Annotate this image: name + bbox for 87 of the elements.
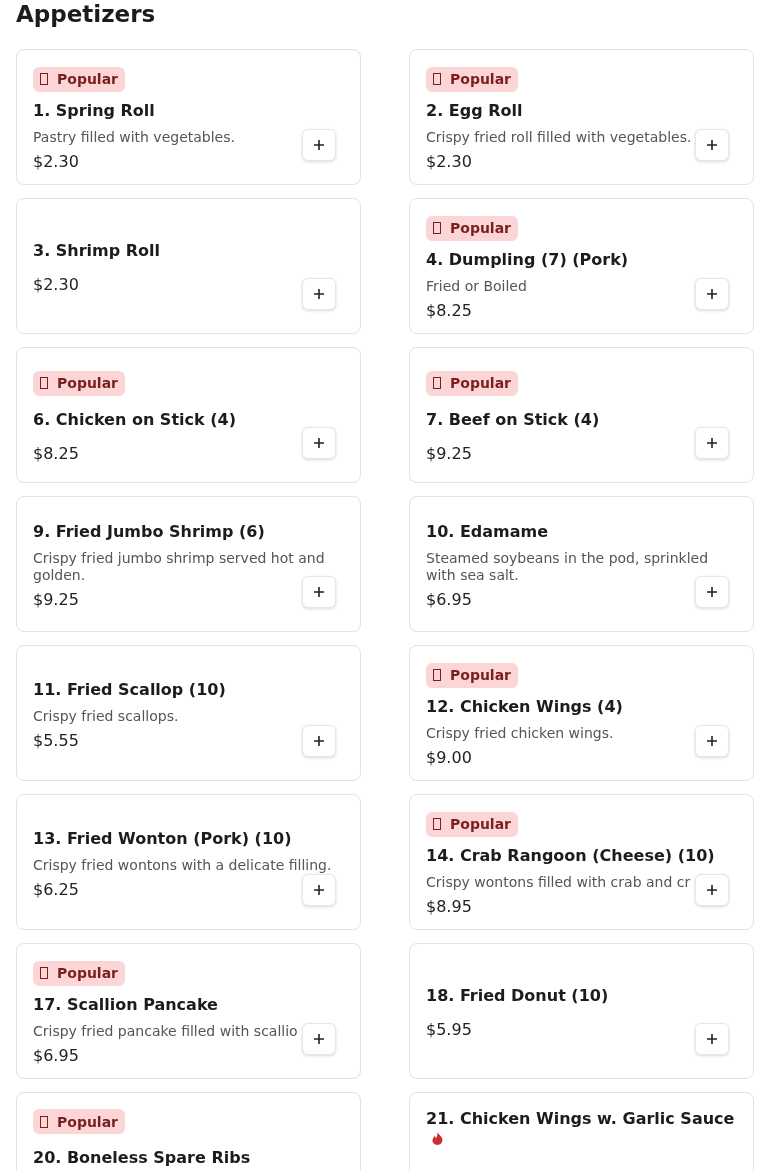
plus-icon (314, 289, 324, 299)
badge-label: Popular (450, 667, 512, 683)
badge-label: Popular (450, 71, 512, 87)
add-button[interactable] (302, 725, 336, 757)
item-title: 6. Chicken on Stick (4) (33, 409, 236, 429)
item-title: 20. Boneless Spare Ribs (33, 1148, 251, 1167)
box-icon (433, 669, 441, 681)
item-title: 2. Egg Roll (426, 100, 523, 120)
badge-label: Popular (57, 1113, 119, 1130)
badge-label: Popular (57, 375, 119, 391)
plus-icon (707, 587, 717, 597)
item-description: Pastry filled with vegetables. (33, 128, 235, 146)
item-title: 13. Fried Wonton (Pork) (10) (33, 828, 292, 848)
plus-icon (314, 438, 324, 448)
add-button[interactable] (302, 427, 336, 459)
item-price: $9.25 (33, 590, 79, 609)
item-price: $6.95 (33, 1045, 79, 1065)
badge-label: Popular (450, 220, 512, 236)
item-title: 12. Chicken Wings (4) (426, 696, 623, 716)
plus-icon (707, 1034, 717, 1044)
plus-icon (314, 140, 324, 150)
add-button[interactable] (302, 129, 336, 161)
item-description: Fried or Boiled (426, 277, 527, 295)
item-description: Crispy fried jumbo shrimp served hot and golden. (33, 550, 326, 584)
item-title: 17. Scallion Pancake (33, 994, 218, 1014)
plus-icon (707, 438, 717, 448)
badge-label: Popular (57, 71, 119, 87)
add-button[interactable] (302, 874, 336, 906)
item-description: Crispy wontons filled with crab and cr (426, 873, 691, 891)
plus-icon (707, 736, 717, 746)
item-title: 14. Crab Rangoon (Cheese) (10) (426, 845, 715, 865)
item-price: $5.95 (426, 1020, 472, 1039)
item-description: Crispy fried chicken wings. (426, 724, 614, 742)
badge-label: Popular (450, 816, 512, 832)
box-icon (40, 1115, 48, 1128)
box-icon (433, 73, 441, 85)
item-price: $8.25 (33, 443, 79, 463)
item-price: $8.95 (426, 896, 472, 916)
item-title: 7. Beef on Stick (4) (426, 409, 600, 429)
item-title: 1. Spring Roll (33, 100, 155, 120)
add-button[interactable] (302, 1023, 336, 1055)
item-title: 11. Fried Scallop (10) (33, 679, 226, 699)
item-title: 10. Edamame (426, 522, 549, 541)
box-icon (433, 818, 441, 830)
box-icon (433, 222, 441, 234)
item-title: 3. Shrimp Roll (33, 241, 161, 260)
plus-icon (314, 885, 324, 895)
add-button[interactable] (695, 576, 729, 608)
add-button[interactable] (695, 1023, 729, 1055)
item-description: Crispy fried scallops. (33, 707, 179, 725)
item-description: Crispy fried wontons with a delicate filling. (33, 856, 332, 874)
item-title: 18. Fried Donut (10) (426, 986, 609, 1005)
add-button[interactable] (302, 278, 336, 310)
item-description: Crispy fried roll filled with vegetables. (426, 128, 692, 146)
add-button[interactable] (695, 129, 729, 161)
item-title: 9. Fried Jumbo Shrimp (6) (33, 522, 265, 541)
badge-label: Popular (450, 375, 512, 391)
plus-icon (314, 1034, 324, 1044)
plus-icon (707, 289, 717, 299)
add-button[interactable] (302, 576, 336, 608)
box-icon (40, 967, 48, 979)
item-title: 21. Chicken Wings w. Garlic Sauce (426, 1109, 735, 1128)
box-icon (40, 73, 48, 85)
add-button[interactable] (695, 427, 729, 459)
item-price: $2.30 (426, 151, 472, 171)
plus-icon (314, 736, 324, 746)
item-price: $5.55 (33, 730, 79, 750)
add-button[interactable] (695, 725, 729, 757)
item-price: $8.25 (426, 300, 472, 320)
box-icon (433, 377, 441, 389)
plus-icon (707, 885, 717, 895)
item-price: $9.25 (426, 443, 472, 463)
plus-icon (314, 587, 324, 597)
item-price: $9.00 (426, 747, 472, 767)
section-heading: Appetizers (16, 0, 156, 28)
box-icon (40, 377, 48, 389)
add-button[interactable] (695, 874, 729, 906)
item-price: $6.25 (33, 879, 79, 899)
plus-icon (707, 140, 717, 150)
item-description: Crispy fried pancake filled with scallio (33, 1022, 298, 1040)
item-price: $2.30 (33, 151, 79, 171)
add-button[interactable] (695, 278, 729, 310)
item-price: $2.30 (33, 275, 79, 294)
item-title: 4. Dumpling (7) (Pork) (426, 249, 629, 269)
item-price: $6.95 (426, 590, 472, 609)
item-description: Steamed soybeans in the pod, sprinkled with sea salt. (426, 550, 710, 584)
badge-label: Popular (57, 965, 119, 981)
